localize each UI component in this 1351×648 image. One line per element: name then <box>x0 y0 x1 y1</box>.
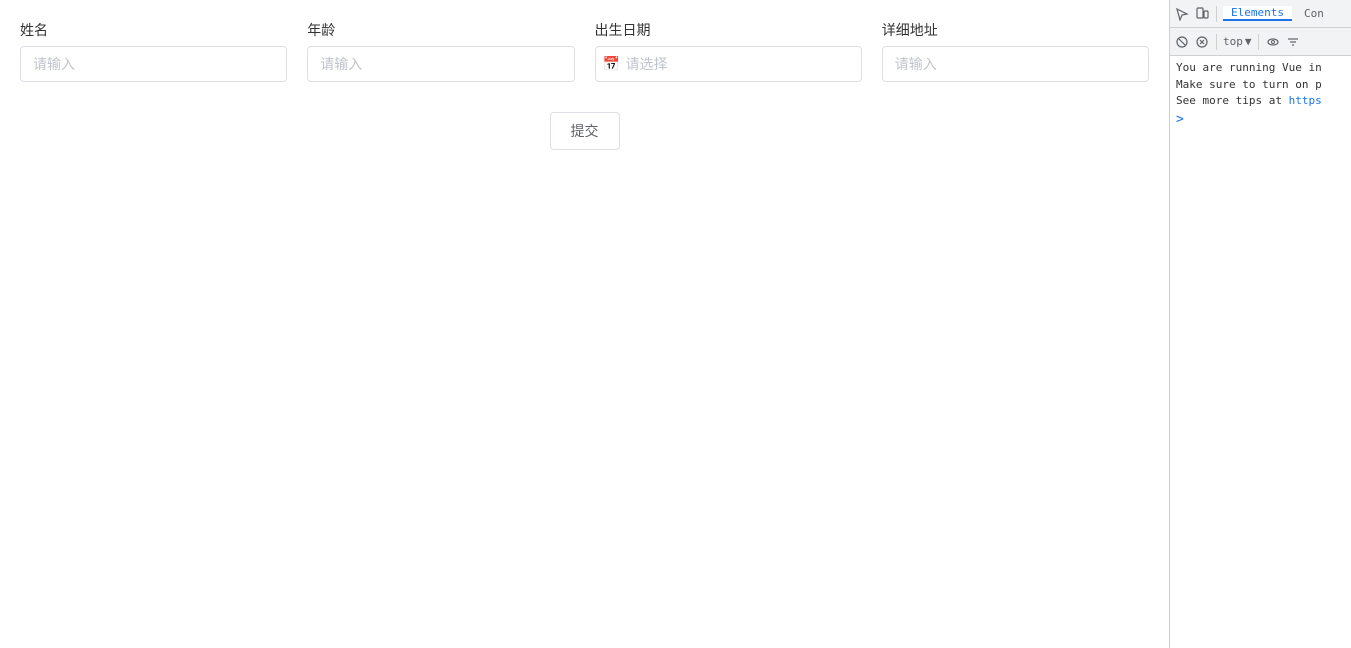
console-line-2: Make sure to turn on p <box>1176 77 1345 94</box>
toolbar-separator-2 <box>1216 34 1217 50</box>
console-prompt: > <box>1176 110 1345 130</box>
age-input[interactable] <box>307 46 574 82</box>
clear-icon[interactable] <box>1194 34 1210 50</box>
console-link[interactable]: https <box>1289 94 1322 107</box>
name-label: 姓名 <box>20 20 287 40</box>
age-field-col: 年龄 <box>307 20 594 82</box>
address-label: 详细地址 <box>882 20 1149 40</box>
stop-icon[interactable] <box>1174 34 1190 50</box>
devtools-second-toolbar: top ▼ <box>1170 28 1351 56</box>
birthday-input[interactable] <box>595 46 862 82</box>
context-dropdown-label: top <box>1223 35 1243 48</box>
console-line-3: See more tips at https <box>1176 93 1345 110</box>
devtools-panel: Elements Con top ▼ <box>1169 0 1351 648</box>
name-field-col: 姓名 <box>20 20 307 82</box>
devtools-tab-elements[interactable]: Elements <box>1223 6 1292 21</box>
address-input[interactable] <box>882 46 1149 82</box>
chevron-down-icon: ▼ <box>1245 35 1252 48</box>
submit-button[interactable]: 提交 <box>550 112 620 150</box>
address-field-col: 详细地址 <box>882 20 1149 82</box>
toolbar-separator-1 <box>1216 6 1217 22</box>
name-input[interactable] <box>20 46 287 82</box>
device-icon[interactable] <box>1194 6 1210 22</box>
cursor-icon[interactable] <box>1174 6 1190 22</box>
devtools-console-content: You are running Vue in Make sure to turn… <box>1170 56 1351 648</box>
date-input-wrapper: 📅 <box>595 46 862 82</box>
submit-row: 提交 <box>20 112 1149 150</box>
context-dropdown[interactable]: top ▼ <box>1223 35 1252 48</box>
prompt-symbol: > <box>1176 112 1184 127</box>
form-labels-row: 姓名 年龄 出生日期 📅 详细地址 <box>20 20 1149 82</box>
birthday-label: 出生日期 <box>595 20 862 40</box>
birthday-field-col: 出生日期 📅 <box>595 20 882 82</box>
devtools-top-toolbar: Elements Con <box>1170 0 1351 28</box>
console-line-1: You are running Vue in <box>1176 60 1345 77</box>
toolbar-separator-3 <box>1258 34 1259 50</box>
age-label: 年龄 <box>307 20 574 40</box>
eye-icon[interactable] <box>1265 34 1281 50</box>
filter-icon[interactable] <box>1285 34 1301 50</box>
devtools-tab-con[interactable]: Con <box>1296 7 1332 20</box>
main-content: 姓名 年龄 出生日期 📅 详细地址 提交 <box>0 0 1169 648</box>
